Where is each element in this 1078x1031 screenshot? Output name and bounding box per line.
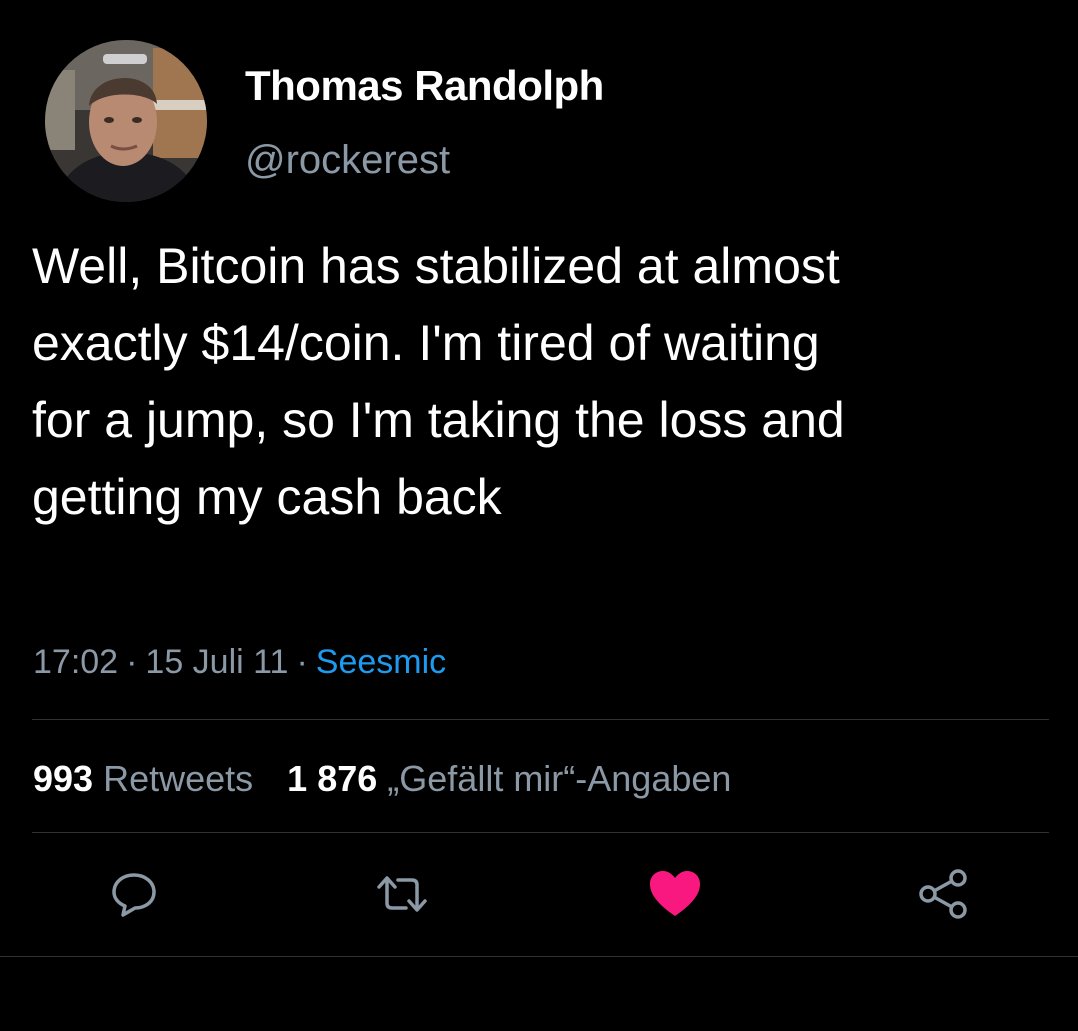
display-name[interactable]: Thomas Randolph — [245, 62, 604, 110]
tweet-text: Well, Bitcoin has stabilized at almost e… — [32, 238, 845, 525]
tweet-source-link[interactable]: Seesmic — [316, 643, 446, 681]
retweets-label: Retweets — [103, 758, 254, 799]
likes-stat[interactable]: 1 876 „Gefällt mir“-Angaben — [287, 758, 731, 799]
like-button[interactable] — [645, 866, 705, 926]
retweets-stat[interactable]: 993 Retweets — [33, 758, 253, 799]
likes-count: 1 876 — [287, 758, 378, 799]
divider — [32, 832, 1049, 833]
meta-separator: · — [296, 643, 308, 681]
tweet-time[interactable]: 17:02 — [33, 643, 118, 681]
tweet-meta: 17:02 · 15 Juli 11 · Seesmic — [33, 643, 446, 682]
reply-button[interactable] — [104, 866, 164, 926]
tweet-date[interactable]: 15 Juli 11 — [145, 643, 288, 681]
share-nodes-icon — [916, 867, 970, 926]
speech-bubble-icon — [109, 869, 159, 924]
user-handle[interactable]: @rockerest — [245, 138, 450, 183]
avatar[interactable] — [45, 40, 207, 202]
divider — [0, 956, 1078, 957]
likes-label: „Gefällt mir“-Angaben — [387, 758, 732, 799]
meta-separator: · — [126, 643, 138, 681]
retweet-arrows-icon — [373, 869, 431, 924]
heart-icon — [648, 869, 702, 924]
retweet-button[interactable] — [372, 866, 432, 926]
tweet-stats: 993 Retweets 1 876 „Gefällt mir“-Angaben — [33, 758, 731, 800]
retweets-count: 993 — [33, 758, 94, 799]
divider — [32, 719, 1049, 720]
share-button[interactable] — [913, 866, 973, 926]
profile-photo — [45, 40, 207, 202]
tweet-card: Thomas Randolph @rockerest Well, Bitcoin… — [0, 0, 1078, 1031]
